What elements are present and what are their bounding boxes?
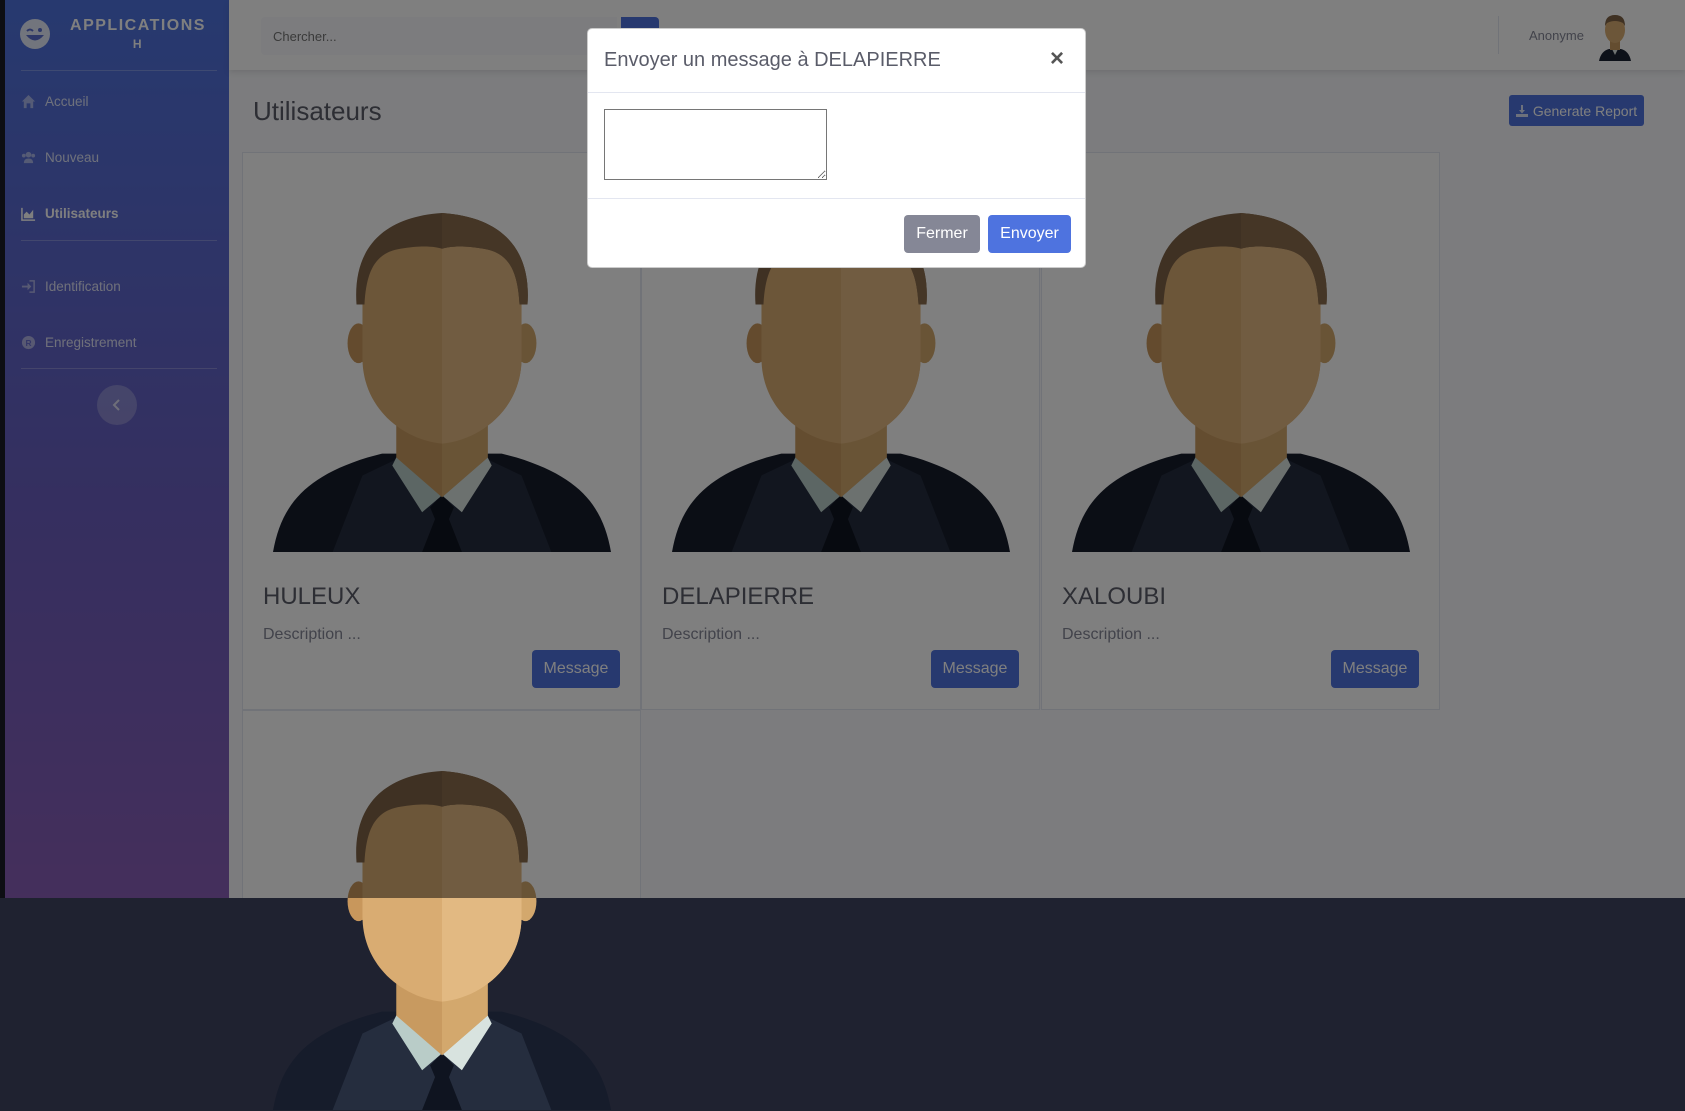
- message-modal: Envoyer un message à DELAPIERRE × Fermer…: [587, 28, 1086, 268]
- modal-footer-divider: [588, 198, 1085, 199]
- page: APPLICATIONS H Accueil Nouveau Utilisate…: [0, 0, 1685, 898]
- close-button[interactable]: Fermer: [904, 215, 980, 253]
- send-button[interactable]: Envoyer: [988, 215, 1071, 253]
- message-textarea[interactable]: [604, 109, 827, 180]
- modal-header-divider: [588, 92, 1085, 93]
- modal-title: Envoyer un message à DELAPIERRE: [604, 49, 941, 71]
- close-icon[interactable]: ×: [1050, 45, 1064, 73]
